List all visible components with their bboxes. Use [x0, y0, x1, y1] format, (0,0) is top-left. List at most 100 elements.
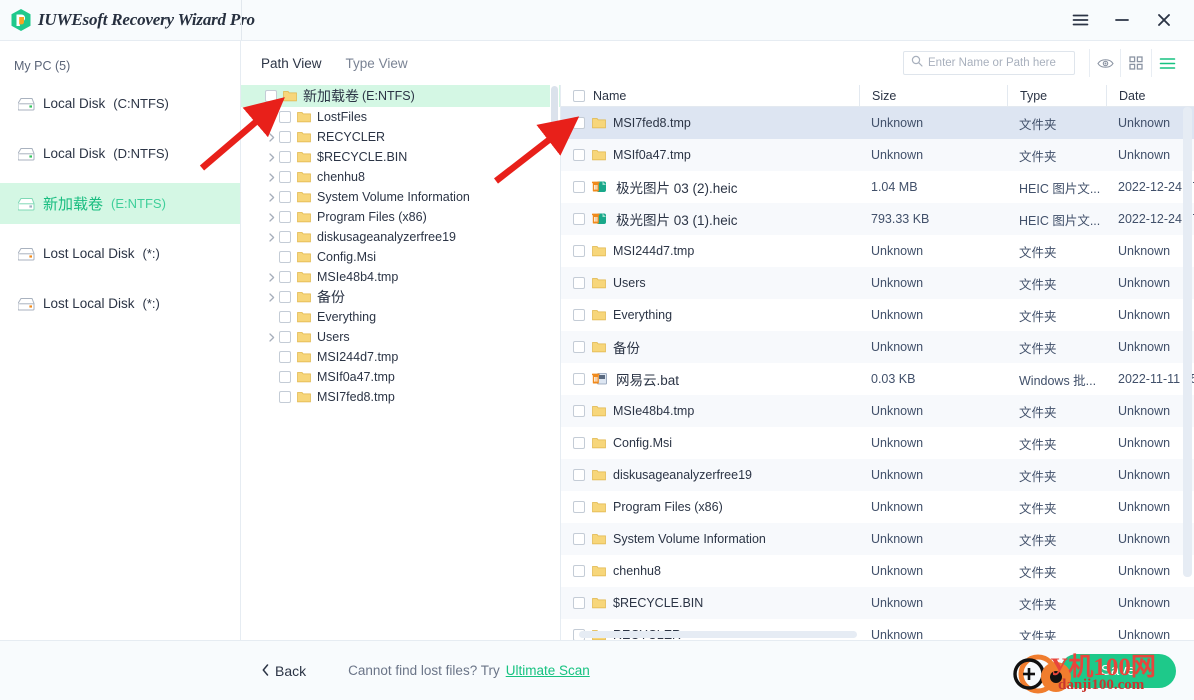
- chevron-right-icon[interactable]: [265, 192, 279, 202]
- row-checkbox[interactable]: [573, 117, 585, 129]
- sidebar-item-3[interactable]: 新加载卷 (E:NTFS): [0, 183, 240, 224]
- tree-node-6[interactable]: Program Files (x86): [241, 207, 560, 227]
- tree-node-checkbox[interactable]: [279, 391, 291, 403]
- table-row[interactable]: 网易云.bat 0.03 KB Windows 批... 2022-11-11 15:…: [561, 363, 1194, 395]
- search-box[interactable]: [903, 51, 1075, 75]
- list-view-icon[interactable]: [1151, 49, 1182, 77]
- tree-node-checkbox[interactable]: [279, 291, 291, 303]
- row-checkbox[interactable]: [573, 213, 585, 225]
- row-checkbox[interactable]: [573, 309, 585, 321]
- minimize-button[interactable]: [1104, 5, 1140, 35]
- table-row[interactable]: MSI7fed8.tmp Unknown 文件夹 Unknown: [561, 107, 1194, 139]
- tree-node-checkbox[interactable]: [279, 151, 291, 163]
- tree-node-checkbox[interactable]: [279, 231, 291, 243]
- row-checkbox[interactable]: [573, 149, 585, 161]
- row-checkbox[interactable]: [573, 437, 585, 449]
- tree-node-3[interactable]: $RECYCLE.BIN: [241, 147, 560, 167]
- chevron-right-icon[interactable]: [265, 172, 279, 182]
- tree-root-checkbox[interactable]: [265, 90, 277, 102]
- sidebar-item-5[interactable]: Lost Local Disk (*:): [0, 283, 240, 324]
- table-row[interactable]: Program Files (x86) Unknown 文件夹 Unknown: [561, 491, 1194, 523]
- tree-node-8[interactable]: Config.Msi: [241, 247, 560, 267]
- save-button[interactable]: Save: [1060, 653, 1176, 688]
- tree-node-checkbox[interactable]: [279, 251, 291, 263]
- tab-type-view[interactable]: Type View: [344, 41, 410, 85]
- tree-scrollbar[interactable]: [550, 85, 559, 640]
- row-checkbox[interactable]: [573, 501, 585, 513]
- tree-node-5[interactable]: System Volume Information: [241, 187, 560, 207]
- table-row[interactable]: Everything Unknown 文件夹 Unknown: [561, 299, 1194, 331]
- row-checkbox[interactable]: [573, 565, 585, 577]
- tree-node-checkbox[interactable]: [279, 311, 291, 323]
- table-row[interactable]: MSI244d7.tmp Unknown 文件夹 Unknown: [561, 235, 1194, 267]
- tree-scrollbar-thumb[interactable]: [551, 86, 558, 134]
- tree-node-4[interactable]: chenhu8: [241, 167, 560, 187]
- tree-node-checkbox[interactable]: [279, 111, 291, 123]
- tree-node-2[interactable]: RECYCLER: [241, 127, 560, 147]
- tree-node-7[interactable]: diskusageanalyzerfree19: [241, 227, 560, 247]
- tree-node-15[interactable]: MSI7fed8.tmp: [241, 387, 560, 407]
- table-row[interactable]: chenhu8 Unknown 文件夹 Unknown: [561, 555, 1194, 587]
- row-checkbox[interactable]: [573, 181, 585, 193]
- tree-node-checkbox[interactable]: [279, 211, 291, 223]
- tree-node-12[interactable]: Users: [241, 327, 560, 347]
- file-list-vertical-scrollbar[interactable]: [1183, 107, 1192, 618]
- tree-node-14[interactable]: MSIf0a47.tmp: [241, 367, 560, 387]
- preview-eye-icon[interactable]: [1089, 49, 1120, 77]
- sidebar-item-1[interactable]: Local Disk (C:NTFS): [0, 83, 240, 124]
- tree-node-checkbox[interactable]: [279, 131, 291, 143]
- sidebar-item-4[interactable]: Lost Local Disk (*:): [0, 233, 240, 274]
- row-checkbox[interactable]: [573, 245, 585, 257]
- table-row[interactable]: Config.Msi Unknown 文件夹 Unknown: [561, 427, 1194, 459]
- row-checkbox[interactable]: [573, 469, 585, 481]
- chevron-right-icon[interactable]: [265, 112, 279, 122]
- column-header-size[interactable]: Size: [859, 85, 1007, 106]
- row-checkbox[interactable]: [573, 277, 585, 289]
- tree-node-checkbox[interactable]: [279, 331, 291, 343]
- table-row[interactable]: 备份 Unknown 文件夹 Unknown: [561, 331, 1194, 363]
- ultimate-scan-link[interactable]: Ultimate Scan: [506, 663, 590, 678]
- tree-node-checkbox[interactable]: [279, 171, 291, 183]
- row-checkbox[interactable]: [573, 341, 585, 353]
- tree-node-13[interactable]: MSI244d7.tmp: [241, 347, 560, 367]
- column-header-name[interactable]: Name: [561, 85, 859, 106]
- chevron-right-icon[interactable]: [265, 332, 279, 342]
- chevron-right-icon[interactable]: [265, 212, 279, 222]
- table-row[interactable]: Users Unknown 文件夹 Unknown: [561, 267, 1194, 299]
- file-list-horizontal-thumb[interactable]: [579, 631, 857, 638]
- column-header-type[interactable]: Type: [1007, 85, 1106, 106]
- tree-node-checkbox[interactable]: [279, 271, 291, 283]
- search-input[interactable]: [928, 57, 1067, 69]
- sidebar-item-2[interactable]: Local Disk (D:NTFS): [0, 133, 240, 174]
- back-button[interactable]: Back: [262, 663, 306, 679]
- chevron-right-icon[interactable]: [265, 232, 279, 242]
- tree-node-checkbox[interactable]: [279, 351, 291, 363]
- tree-node-10[interactable]: 备份: [241, 287, 560, 307]
- chevron-right-icon[interactable]: [265, 292, 279, 302]
- tree-node-9[interactable]: MSIe48b4.tmp: [241, 267, 560, 287]
- menu-button[interactable]: [1062, 5, 1098, 35]
- table-row[interactable]: MSIe48b4.tmp Unknown 文件夹 Unknown: [561, 395, 1194, 427]
- row-checkbox[interactable]: [573, 405, 585, 417]
- table-row[interactable]: 极光图片 03 (2).heic 1.04 MB HEIC 图片文... 2022-1…: [561, 171, 1194, 203]
- grid-view-icon[interactable]: [1120, 49, 1151, 77]
- table-row[interactable]: diskusageanalyzerfree19 Unknown 文件夹 Unknown: [561, 459, 1194, 491]
- tree-node-11[interactable]: Everything: [241, 307, 560, 327]
- tree-node-checkbox[interactable]: [279, 191, 291, 203]
- table-row[interactable]: 极光图片 03 (1).heic 793.33 KB HEIC 图片文... 2022…: [561, 203, 1194, 235]
- file-list-horizontal-scrollbar[interactable]: [561, 631, 1194, 638]
- close-button[interactable]: [1146, 5, 1182, 35]
- column-header-date[interactable]: Date: [1106, 85, 1194, 106]
- chevron-right-icon[interactable]: [265, 152, 279, 162]
- tab-path-view[interactable]: Path View: [259, 41, 324, 85]
- chevron-right-icon[interactable]: [265, 132, 279, 142]
- file-list-vertical-thumb[interactable]: [1183, 107, 1192, 577]
- tree-node-checkbox[interactable]: [279, 371, 291, 383]
- row-checkbox[interactable]: [573, 597, 585, 609]
- tree-root-row[interactable]: 新加载卷 (E:NTFS): [241, 85, 560, 107]
- table-row[interactable]: $RECYCLE.BIN Unknown 文件夹 Unknown: [561, 587, 1194, 619]
- tree-node-1[interactable]: LostFiles: [241, 107, 560, 127]
- row-checkbox[interactable]: [573, 533, 585, 545]
- table-row[interactable]: System Volume Information Unknown 文件夹 Unkno…: [561, 523, 1194, 555]
- select-all-checkbox[interactable]: [573, 89, 585, 102]
